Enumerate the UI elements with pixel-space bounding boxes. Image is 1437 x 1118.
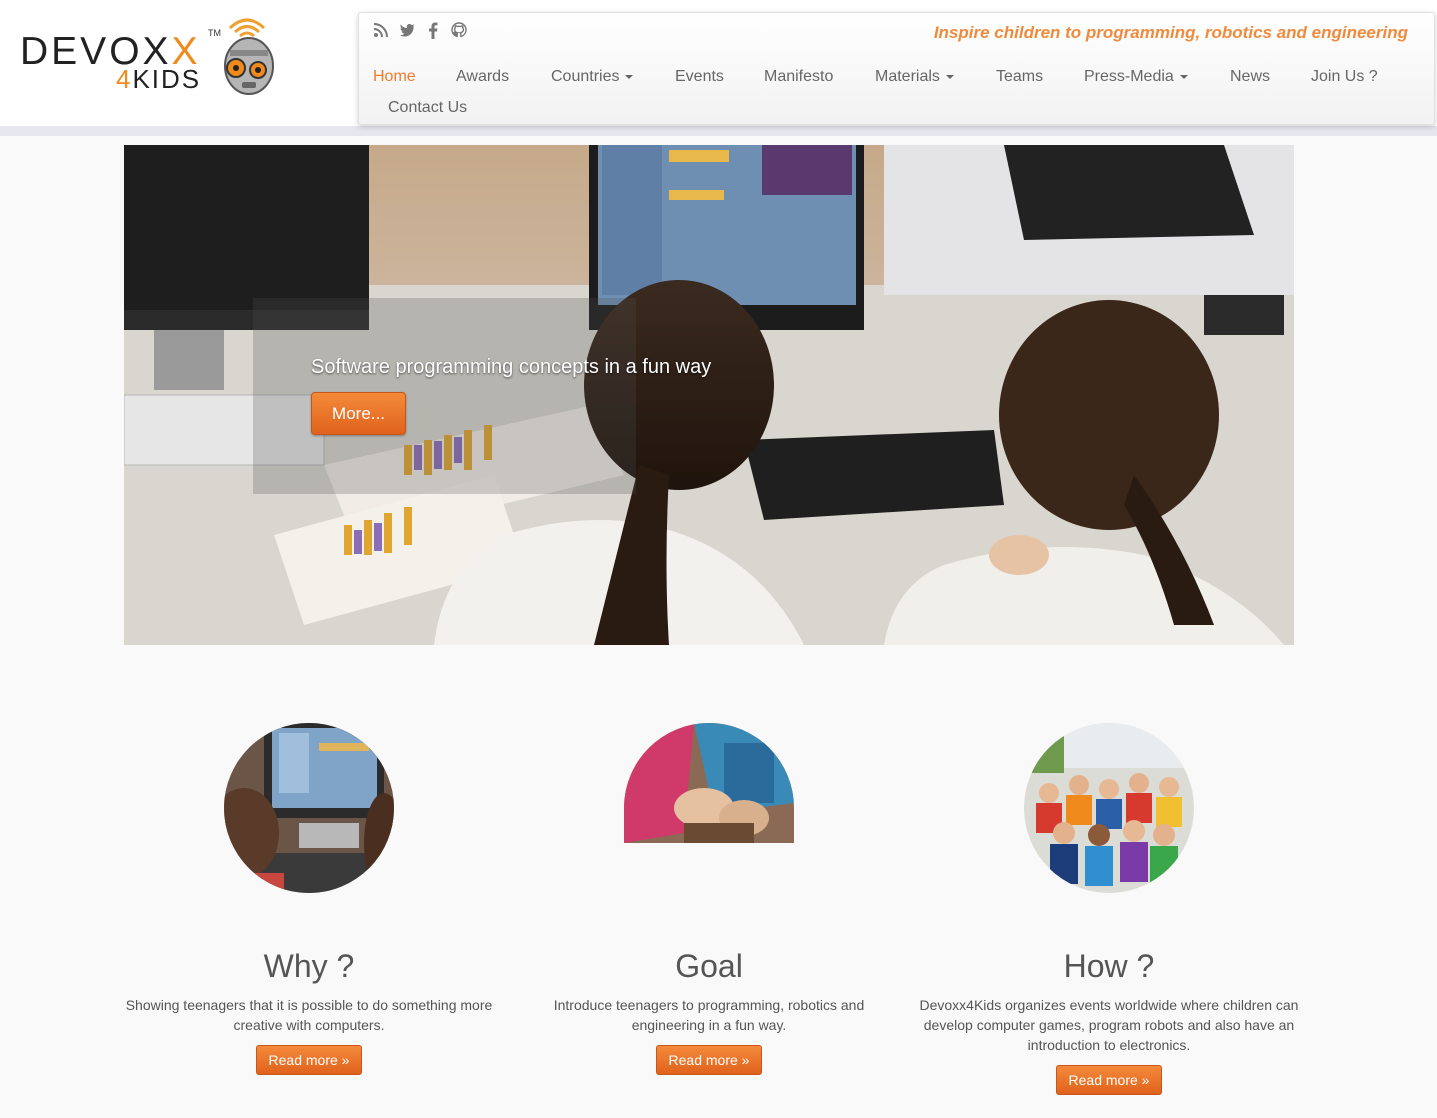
feature-goal-read-more-button[interactable]: Read more » (656, 1045, 762, 1075)
rss-icon[interactable] (373, 22, 389, 40)
feature-why: Why ? Showing teenagers that it is possi… (109, 720, 509, 1100)
twitter-icon[interactable] (399, 22, 415, 40)
robot-mascot-icon (224, 18, 274, 95)
carousel-more-button[interactable]: More... (311, 392, 406, 435)
feature-how: How ? Devoxx4Kids organizes events world… (909, 720, 1309, 1110)
top-navbar: Inspire children to programming, robotic… (358, 12, 1435, 125)
nav-manifesto[interactable]: Manifesto (764, 68, 833, 86)
caret-down-icon (945, 74, 954, 79)
feature-goal-image (624, 723, 794, 843)
devoxx4kids-logo[interactable]: DEVOXX TM 4KIDS (18, 8, 278, 104)
site-header: DEVOXX TM 4KIDS Inspire children to prog… (0, 0, 1437, 136)
nav-contact-us[interactable]: Contact Us (388, 99, 467, 117)
feature-goal: Goal Introduce teenagers to programming,… (509, 720, 909, 1100)
social-links (373, 22, 467, 40)
nav-awards[interactable]: Awards (456, 68, 509, 86)
facebook-icon[interactable] (425, 22, 441, 40)
feature-why-read-more-button[interactable]: Read more » (256, 1045, 362, 1075)
site-tagline: Inspire children to programming, robotic… (933, 23, 1408, 42)
feature-how-image (1024, 723, 1194, 893)
feature-why-image (224, 723, 394, 893)
nav-materials-label: Materials (875, 68, 940, 85)
nav-home[interactable]: Home (373, 68, 416, 86)
feature-why-title: Why ? (263, 948, 355, 984)
caret-down-icon (625, 74, 634, 79)
feature-goal-text: Introduce teenagers to programming, robo… (553, 997, 865, 1033)
nav-countries-label: Countries (551, 68, 620, 85)
nav-press-media-label: Press-Media (1084, 68, 1174, 85)
caret-down-icon (1179, 74, 1188, 79)
feature-why-text: Showing teenagers that it is possible to… (125, 997, 493, 1033)
hero-carousel: Software programming concepts in a fun w… (124, 145, 1294, 645)
feature-goal-title: Goal (675, 948, 743, 984)
carousel-caption: Software programming concepts in a fun w… (311, 356, 712, 378)
nav-events[interactable]: Events (675, 68, 724, 86)
nav-press-media[interactable]: Press-Media (1084, 68, 1188, 86)
feature-how-text: Devoxx4Kids organizes events worldwide w… (919, 997, 1299, 1053)
nav-news[interactable]: News (1230, 68, 1270, 86)
nav-countries[interactable]: Countries (551, 68, 634, 86)
logo-subtitle: 4KIDS (116, 64, 202, 94)
nav-join-us[interactable]: Join Us ? (1311, 68, 1378, 86)
github-icon[interactable] (451, 22, 467, 40)
nav-teams[interactable]: Teams (996, 68, 1043, 86)
feature-how-title: How ? (1063, 948, 1155, 984)
nav-materials[interactable]: Materials (875, 68, 954, 86)
feature-how-read-more-button[interactable]: Read more » (1056, 1065, 1162, 1095)
